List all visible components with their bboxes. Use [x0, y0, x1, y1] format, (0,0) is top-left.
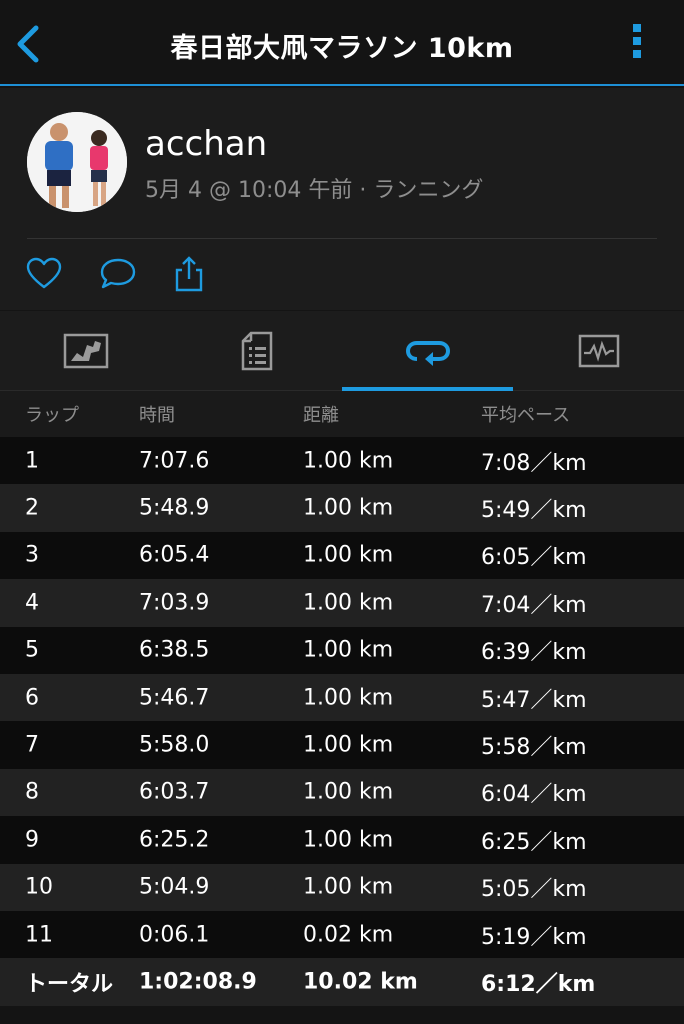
lap-time: 6:03.7: [139, 779, 210, 805]
lap-number: 3: [25, 542, 39, 568]
lap-time: 5:04.9: [139, 874, 210, 900]
lap-time: 6:25.2: [139, 827, 210, 853]
lap-number: 2: [25, 495, 39, 521]
lap-time: 5:58.0: [139, 732, 210, 758]
lap-distance: 1.00 km: [303, 827, 394, 853]
lap-distance: 1.00 km: [303, 542, 394, 568]
laps-icon: [405, 341, 450, 366]
laps-table: ラップ 時間 距離 平均ペース 1 7:07.6 1.00 km 7:08／km 2 5:…: [0, 391, 684, 1006]
chart-icon: [578, 334, 619, 368]
lap-time: 7:03.9: [139, 590, 210, 616]
lap-distance: 1.00 km: [303, 448, 394, 474]
tab-chart[interactable]: [513, 311, 684, 391]
page-title: 春日部大凧マラソン 10km: [170, 33, 514, 64]
table-row[interactable]: 2 5:48.9 1.00 km 5:49／km: [0, 484, 684, 532]
lap-pace: 7:04／km: [481, 592, 587, 618]
lap-distance: 1.00 km: [303, 637, 394, 663]
divider: [27, 238, 657, 239]
comment-icon: [100, 258, 136, 289]
table-row[interactable]: 6 5:46.7 1.00 km 5:47／km: [0, 673, 684, 722]
lap-pace: 5:19／km: [481, 924, 587, 950]
lap-number: 7: [25, 732, 39, 758]
lap-time: 5:46.7: [139, 685, 210, 711]
column-header-pace: 平均ペース: [481, 405, 571, 426]
lap-number: 4: [25, 590, 39, 616]
table-row[interactable]: 5 6:38.5 1.00 km 6:39／km: [0, 626, 684, 674]
chevron-left-icon: [17, 25, 39, 63]
table-row[interactable]: 7 5:58.0 1.00 km 5:58／km: [0, 721, 684, 769]
lap-pace: 6:05／km: [481, 545, 587, 571]
lap-distance: 1.00 km: [303, 590, 394, 616]
table-row[interactable]: 10 5:04.9 1.00 km 5:05／km: [0, 863, 684, 911]
share-icon: [175, 256, 203, 292]
lap-pace: 6:25／km: [481, 829, 587, 855]
avatar-image: [27, 112, 127, 212]
table-header: ラップ 時間 距離 平均ペース: [0, 391, 684, 437]
total-time: 1:02:08.9: [139, 969, 257, 995]
lap-distance: 1.00 km: [303, 732, 394, 758]
total-number: トータル: [25, 971, 114, 997]
lap-pace: 6:04／km: [481, 782, 587, 808]
lap-pace: 5:58／km: [481, 735, 587, 761]
username[interactable]: acchan: [145, 124, 267, 164]
lap-number: 11: [25, 922, 53, 948]
heart-icon: [26, 257, 62, 289]
lap-number: 5: [25, 637, 39, 663]
lap-number: 1: [25, 448, 39, 474]
lap-pace: 5:47／km: [481, 687, 587, 713]
like-button[interactable]: [24, 254, 64, 294]
table-row[interactable]: 1 7:07.6 1.00 km 7:08／km: [0, 437, 684, 485]
column-header-distance: 距離: [303, 405, 339, 426]
lap-number: 10: [25, 874, 53, 900]
lap-time: 6:38.5: [139, 637, 210, 663]
lap-pace: 5:05／km: [481, 877, 587, 903]
summary-list-icon: [241, 331, 272, 371]
lap-distance: 1.00 km: [303, 495, 394, 521]
column-header-lap: ラップ: [25, 405, 79, 426]
lap-time: 7:07.6: [139, 448, 210, 474]
lap-number: 9: [25, 827, 39, 853]
total-pace: 6:12／km: [481, 971, 596, 997]
lap-time: 0:06.1: [139, 922, 210, 948]
activity-meta: 5月 4 @ 10:04 午前 · ランニング: [145, 178, 484, 203]
tab-map[interactable]: [0, 311, 171, 391]
table-row[interactable]: 11 0:06.1 0.02 km 5:19／km: [0, 910, 684, 959]
tab-laps[interactable]: [342, 311, 513, 391]
lap-time: 6:05.4: [139, 542, 210, 568]
lap-distance: 1.00 km: [303, 779, 394, 805]
table-row[interactable]: 8 6:03.7 1.00 km 6:04／km: [0, 768, 684, 817]
lap-time: 5:48.9: [139, 495, 210, 521]
total-distance: 10.02 km: [303, 969, 418, 995]
back-button[interactable]: [10, 22, 50, 66]
comment-button[interactable]: [98, 254, 138, 294]
table-row[interactable]: 9 6:25.2 1.00 km 6:25／km: [0, 816, 684, 864]
table-row[interactable]: 4 7:03.9 1.00 km 7:04／km: [0, 579, 684, 627]
lap-number: 8: [25, 779, 39, 805]
lap-distance: 0.02 km: [303, 922, 394, 948]
overflow-menu-button[interactable]: [630, 24, 644, 64]
lap-distance: 1.00 km: [303, 874, 394, 900]
tab-bar: [0, 311, 684, 391]
table-row[interactable]: 3 6:05.4 1.00 km 6:05／km: [0, 531, 684, 580]
lap-distance: 1.00 km: [303, 685, 394, 711]
activity-header: acchan 5月 4 @ 10:04 午前 · ランニング: [0, 88, 684, 310]
tab-summary[interactable]: [171, 311, 342, 391]
share-button[interactable]: [169, 254, 209, 294]
column-header-time: 時間: [139, 405, 175, 426]
lap-pace: 5:49／km: [481, 498, 587, 524]
avatar[interactable]: [27, 112, 127, 212]
lap-pace: 6:39／km: [481, 640, 587, 666]
total-row: トータル 1:02:08.9 10.02 km 6:12／km: [0, 958, 684, 1006]
map-icon: [63, 333, 108, 369]
vertical-dots-icon: [633, 24, 641, 32]
lap-pace: 7:08／km: [481, 450, 587, 476]
lap-number: 6: [25, 685, 39, 711]
top-bar: 春日部大凧マラソン 10km: [0, 0, 684, 86]
